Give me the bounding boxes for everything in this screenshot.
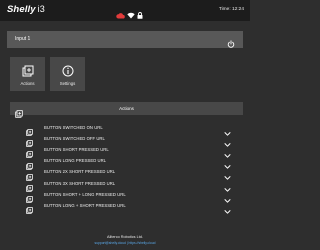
action-row[interactable]: BUTTON SWITCHED ON URL bbox=[26, 123, 234, 136]
chevron-down-icon[interactable] bbox=[224, 157, 231, 169]
action-row-label: BUTTON 2X SHORT PRESSED URL bbox=[44, 169, 116, 175]
action-row[interactable]: BUTTON SHORT PRESSED URL bbox=[26, 145, 234, 159]
chevron-down-icon[interactable] bbox=[224, 180, 231, 192]
chevron-down-icon[interactable] bbox=[224, 135, 231, 147]
actions-icon bbox=[22, 64, 34, 77]
top-bar: Shelly i3 Time: 12:24 bbox=[0, 0, 250, 21]
input-title: Input 1 bbox=[15, 36, 31, 42]
company-name: Allterco Robotics Ltd. bbox=[107, 235, 143, 239]
action-row-label: BUTTON SWITCHED ON URL bbox=[44, 124, 103, 130]
chevron-down-icon[interactable] bbox=[224, 202, 231, 214]
action-row[interactable]: BUTTON LONG PRESSED URL bbox=[26, 157, 234, 170]
action-row[interactable]: BUTTON LONG + SHORT PRESSED URL bbox=[26, 201, 234, 215]
tile-settings[interactable]: Settings bbox=[50, 57, 85, 91]
clock-time: Time: 12:24 bbox=[218, 7, 244, 12]
actions-icon bbox=[26, 134, 33, 147]
tile-actions[interactable]: Actions bbox=[10, 57, 45, 91]
input-panel: Input 1 bbox=[7, 31, 243, 48]
action-row[interactable]: BUTTON 3X SHORT PRESSED URL bbox=[26, 179, 234, 192]
action-row-label: BUTTON SWITCHED OFF URL bbox=[44, 135, 105, 141]
actions-icon bbox=[26, 190, 33, 203]
actions-icon bbox=[26, 145, 33, 159]
power-icon[interactable] bbox=[227, 35, 235, 48]
device-model: i3 bbox=[37, 4, 45, 14]
footer-links[interactable]: support@shelly.cloud | https://shelly.cl… bbox=[0, 241, 250, 245]
footer: Allterco Robotics Ltd. support@shelly.cl… bbox=[0, 234, 250, 250]
brand-name: Shelly bbox=[7, 4, 36, 15]
cloud-icon bbox=[116, 6, 125, 24]
wifi-icon bbox=[127, 6, 135, 24]
chevron-down-icon[interactable] bbox=[224, 124, 231, 136]
action-row-label: BUTTON SHORT PRESSED URL bbox=[44, 146, 109, 152]
action-row-label: BUTTON LONG PRESSED URL bbox=[44, 158, 107, 164]
chevron-down-icon[interactable] bbox=[224, 168, 231, 180]
tile-actions-label: Actions bbox=[20, 81, 35, 86]
chevron-down-icon[interactable] bbox=[224, 146, 231, 158]
action-row[interactable]: BUTTON 2X SHORT PRESSED URL bbox=[26, 168, 234, 181]
actions-icon bbox=[26, 168, 33, 181]
lock-icon bbox=[137, 6, 143, 24]
actions-icon bbox=[26, 179, 33, 192]
actions-icon bbox=[26, 157, 33, 170]
action-row-label: BUTTON SHORT + LONG PRESSED URL bbox=[44, 191, 126, 197]
info-icon bbox=[62, 64, 74, 77]
actions-section-header: Actions bbox=[10, 102, 243, 118]
action-row[interactable]: BUTTON SHORT + LONG PRESSED URL bbox=[26, 190, 234, 203]
chevron-down-icon[interactable] bbox=[224, 191, 231, 203]
tile-settings-label: Settings bbox=[59, 81, 76, 86]
action-row[interactable]: BUTTON SWITCHED OFF URL bbox=[26, 134, 234, 147]
brand-logo: Shelly i3 bbox=[7, 4, 45, 15]
action-row-label: BUTTON LONG + SHORT PRESSED URL bbox=[44, 202, 126, 208]
actions-section-title: Actions bbox=[119, 106, 134, 111]
actions-icon bbox=[26, 123, 33, 136]
action-row-label: BUTTON 3X SHORT PRESSED URL bbox=[44, 180, 116, 186]
actions-icon bbox=[26, 201, 33, 215]
